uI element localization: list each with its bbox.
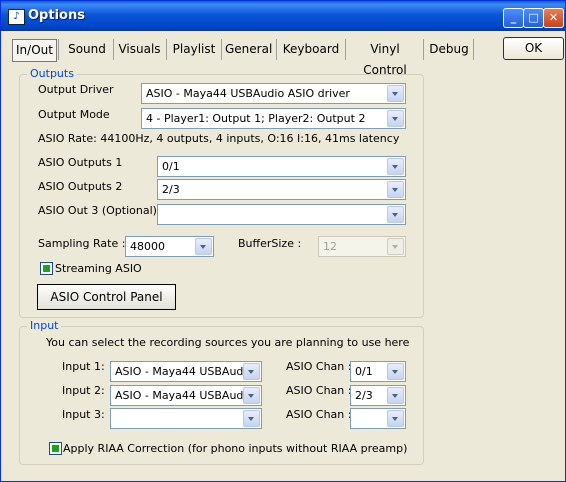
sampling-rate-select[interactable]: 48000 — [125, 236, 214, 257]
tab-separator — [423, 39, 424, 60]
buffer-size-select: 12 — [318, 236, 406, 257]
tab-separator — [113, 39, 114, 60]
asio-outputs-1-select[interactable]: 0/1 — [157, 156, 406, 177]
tab-separator — [345, 39, 346, 60]
input-2-label: Input 2: — [62, 384, 105, 397]
tab-keyboard[interactable]: Keyboard — [280, 39, 342, 60]
ok-button[interactable]: OK — [503, 37, 564, 60]
chevron-down-icon[interactable] — [243, 363, 260, 380]
asio-outputs-2-label: ASIO Outputs 2 — [38, 180, 123, 193]
output-mode-value: 4 - Player1: Output 1; Player2: Output 2 — [146, 112, 366, 125]
tab-playlist[interactable]: Playlist — [170, 39, 218, 60]
asio-rate-info: ASIO Rate: 44100Hz, 4 outputs, 4 inputs,… — [38, 132, 400, 145]
asio-chan-1-select[interactable]: 0/1 — [350, 361, 406, 382]
tab-separator — [166, 39, 167, 60]
buffer-size-label: BufferSize : — [238, 237, 302, 250]
close-button[interactable]: ✕ — [543, 8, 564, 28]
chevron-down-icon[interactable] — [243, 410, 260, 427]
maximize-button[interactable]: □ — [523, 8, 544, 28]
input-1-select[interactable]: ASIO - Maya44 USBAudio — [110, 361, 262, 382]
output-driver-label: Output Driver — [38, 83, 114, 96]
tab-separator — [473, 39, 474, 60]
input-2-select[interactable]: ASIO - Maya44 USBAudio — [110, 385, 262, 406]
outputs-group-title: Outputs — [27, 67, 77, 80]
asio-chan-3-select[interactable] — [350, 408, 406, 429]
output-mode-label: Output Mode — [38, 108, 110, 121]
input-1-value: ASIO - Maya44 USBAudio — [115, 365, 254, 378]
options-window: ♪ Options _ □ ✕ In/Out Sound Visuals Pla… — [0, 0, 566, 482]
streaming-asio-label: Streaming ASIO — [55, 262, 142, 275]
asio-control-panel-button[interactable]: ASIO Control Panel — [37, 284, 176, 310]
asio-outputs-1-label: ASIO Outputs 1 — [38, 156, 123, 169]
riaa-correction-label: Apply RIAA Correction (for phono inputs … — [63, 442, 408, 455]
asio-out-3-select[interactable] — [157, 204, 406, 225]
asio-outputs-1-value: 0/1 — [162, 160, 180, 173]
input-3-select[interactable] — [110, 408, 262, 429]
tab-sound[interactable]: Sound — [63, 39, 111, 60]
app-icon: ♪ — [8, 9, 25, 25]
chevron-down-icon[interactable] — [243, 387, 260, 404]
tab-visuals[interactable]: Visuals — [117, 39, 162, 60]
title-bar[interactable]: ♪ Options _ □ ✕ — [1, 1, 565, 31]
output-mode-select[interactable]: 4 - Player1: Output 1; Player2: Output 2 — [141, 108, 406, 129]
riaa-correction-checkbox[interactable] — [49, 442, 62, 455]
chevron-down-icon[interactable] — [195, 238, 212, 255]
tab-vinyl-control[interactable]: Vinyl Control — [350, 39, 420, 77]
options-panel: In/Out Sound Visuals Playlist General Ke… — [4, 31, 564, 478]
asio-out-3-label: ASIO Out 3 (Optional) — [38, 204, 157, 217]
chevron-down-icon[interactable] — [387, 158, 404, 175]
input-description: You can select the recording sources you… — [46, 336, 410, 349]
chevron-down-icon[interactable] — [387, 410, 404, 427]
minimize-button[interactable]: _ — [503, 8, 524, 28]
tab-in-out[interactable]: In/Out — [12, 39, 57, 62]
chevron-down-icon[interactable] — [387, 387, 404, 404]
chevron-down-icon[interactable] — [387, 181, 404, 198]
asio-chan-1-value: 0/1 — [355, 365, 373, 378]
asio-outputs-2-value: 2/3 — [162, 183, 180, 196]
chevron-down-icon[interactable] — [387, 363, 404, 380]
input-2-value: ASIO - Maya44 USBAudio — [115, 389, 254, 402]
tab-separator — [276, 39, 277, 60]
asio-chan-2-label: ASIO Chan : — [286, 384, 352, 397]
streaming-asio-checkbox[interactable] — [40, 262, 53, 275]
window-title: Options — [28, 8, 85, 23]
tab-separator — [221, 39, 222, 60]
asio-chan-3-label: ASIO Chan : — [286, 408, 352, 421]
tab-separator — [58, 39, 59, 60]
chevron-down-icon — [387, 238, 404, 255]
buffer-size-value: 12 — [323, 240, 337, 253]
sampling-rate-value: 48000 — [130, 240, 165, 253]
sampling-rate-label: Sampling Rate : — [38, 237, 126, 250]
asio-outputs-2-select[interactable]: 2/3 — [157, 179, 406, 200]
asio-chan-2-value: 2/3 — [355, 389, 373, 402]
output-driver-value: ASIO - Maya44 USBAudio ASIO driver — [146, 87, 350, 100]
tab-debug[interactable]: Debug — [428, 39, 470, 60]
chevron-down-icon[interactable] — [387, 110, 404, 127]
input-1-label: Input 1: — [62, 360, 105, 373]
chevron-down-icon[interactable] — [387, 85, 404, 102]
output-driver-select[interactable]: ASIO - Maya44 USBAudio ASIO driver — [141, 83, 406, 104]
input-group-title: Input — [27, 319, 62, 332]
tab-general[interactable]: General — [225, 39, 272, 60]
asio-chan-1-label: ASIO Chan : — [286, 360, 352, 373]
input-3-label: Input 3: — [62, 408, 105, 421]
chevron-down-icon[interactable] — [387, 206, 404, 223]
asio-chan-2-select[interactable]: 2/3 — [350, 385, 406, 406]
